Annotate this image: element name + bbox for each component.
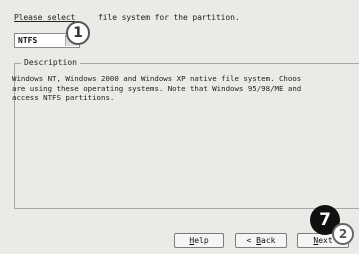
description-line: are using these operating systems. Note … [12, 83, 302, 93]
next-button-label: ext [318, 236, 333, 245]
filesystem-prompt: Please select file system for the partit… [14, 13, 240, 22]
back-button-prefix: < [246, 236, 257, 245]
back-button[interactable]: < Back [235, 233, 287, 248]
back-button-label: ack [261, 236, 276, 245]
partition-wizard-dialog: Please select file system for the partit… [0, 0, 359, 254]
filesystem-select-value: NTFS [18, 36, 38, 45]
help-button-label: elp [194, 236, 209, 245]
prompt-text-end: file system for the partition. [98, 13, 240, 22]
description-legend: Description [21, 58, 80, 67]
prompt-text-start: Please select [14, 13, 76, 22]
step-callout-2: 2 [332, 223, 354, 245]
help-button[interactable]: Help [174, 233, 224, 248]
description-line: access NTFS partitions. [12, 93, 115, 102]
description-text: Windows NT, Windows 2000 and Windows XP … [12, 74, 359, 103]
description-line: Windows NT, Windows 2000 and Windows XP … [12, 74, 302, 83]
step-callout-1: 1 [66, 21, 90, 45]
